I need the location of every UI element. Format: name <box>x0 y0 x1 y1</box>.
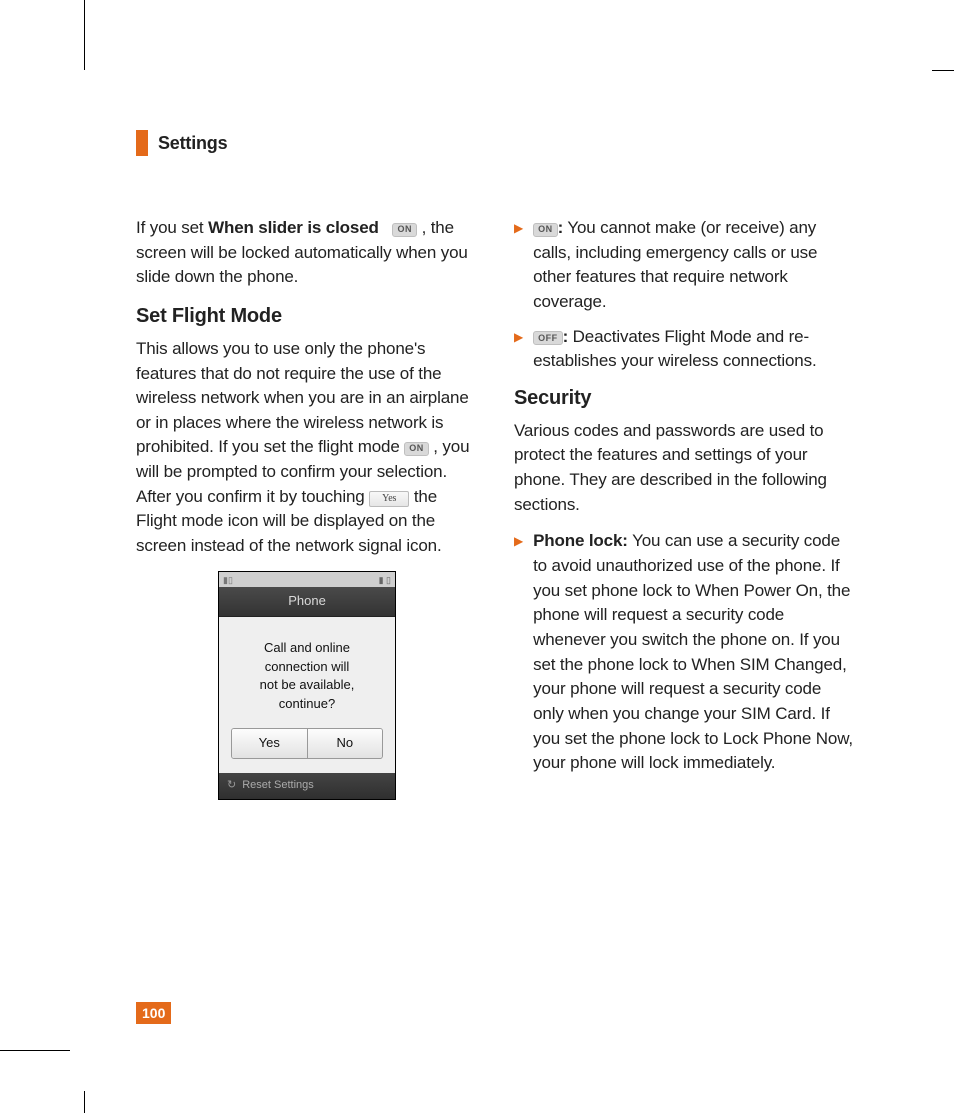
heading-security: Security <box>514 384 856 413</box>
flight-mode-paragraph: This allows you to use only the phone's … <box>136 337 478 559</box>
on-badge-icon: ON <box>404 442 429 456</box>
phone-footer: ↻ Reset Settings <box>219 773 395 799</box>
bold-label: Phone lock: <box>533 531 628 550</box>
phone-status-bar: ▮▯ ▮ ▯ <box>219 572 395 587</box>
column-left: If you set When slider is closed ON , th… <box>136 216 478 800</box>
two-column-layout: If you set When slider is closed ON , th… <box>136 216 856 800</box>
phone-dialog-body: Call and online connection will not be a… <box>219 617 395 773</box>
bullet-marker-icon: ▶ <box>514 533 523 775</box>
text: You cannot make (or receive) any calls, … <box>533 218 817 311</box>
dialog-line: Call and online <box>231 639 383 658</box>
crop-mark-right <box>932 70 954 71</box>
page-number: 100 <box>136 1002 171 1024</box>
page-number-wrap: 100 <box>136 1002 171 1024</box>
bullet-text: Phone lock: You can use a security code … <box>533 529 856 775</box>
text: This allows you to use only the phone's … <box>136 339 469 457</box>
content-area: Settings If you set When slider is close… <box>136 130 856 800</box>
bold-text: When slider is closed <box>208 218 379 237</box>
crop-mark-top <box>84 0 85 70</box>
bullet-text: OFF: Deactivates Flight Mode and re-esta… <box>533 325 856 374</box>
battery-icon: ▮ ▯ <box>379 574 391 587</box>
security-intro-paragraph: Various codes and passwords are used to … <box>514 419 856 518</box>
manual-page: Settings If you set When slider is close… <box>0 0 954 1113</box>
on-badge-icon: ON <box>392 223 417 237</box>
dialog-line: connection will <box>231 658 383 677</box>
phone-footer-label: Reset Settings <box>242 778 314 794</box>
refresh-icon: ↻ <box>227 778 236 794</box>
phone-no-button: No <box>307 729 383 758</box>
on-badge-icon: ON <box>533 223 558 237</box>
slider-closed-paragraph: If you set When slider is closed ON , th… <box>136 216 478 290</box>
section-title: Settings <box>158 133 227 154</box>
text: If you set <box>136 218 208 237</box>
phone-screenshot: ▮▯ ▮ ▯ Phone Call and online connection … <box>136 571 478 800</box>
yes-button-icon: Yes <box>369 491 409 507</box>
bullet-off: ▶ OFF: Deactivates Flight Mode and re-es… <box>514 325 856 374</box>
dialog-line: continue? <box>231 695 383 714</box>
phone-mockup: ▮▯ ▮ ▯ Phone Call and online connection … <box>218 571 396 800</box>
section-accent-bar <box>136 130 148 156</box>
crop-mark-bottom <box>84 1091 85 1113</box>
bullet-text: ON: You cannot make (or receive) any cal… <box>533 216 856 315</box>
off-badge-icon: OFF <box>533 331 563 345</box>
bullet-marker-icon: ▶ <box>514 329 523 374</box>
text: You can use a security code to avoid una… <box>533 531 853 772</box>
section-header: Settings <box>136 130 856 156</box>
phone-dialog-buttons: Yes No <box>231 728 383 759</box>
bullet-phone-lock: ▶ Phone lock: You can use a security cod… <box>514 529 856 775</box>
text: Deactivates Flight Mode and re-establish… <box>533 327 816 371</box>
column-right: ▶ ON: You cannot make (or receive) any c… <box>514 216 856 800</box>
phone-yes-button: Yes <box>232 729 307 758</box>
bullet-marker-icon: ▶ <box>514 220 523 315</box>
dialog-line: not be available, <box>231 676 383 695</box>
phone-screen-title: Phone <box>219 587 395 617</box>
signal-icon: ▮▯ <box>223 574 233 587</box>
bullet-on: ▶ ON: You cannot make (or receive) any c… <box>514 216 856 315</box>
crop-mark-left <box>0 1050 70 1051</box>
heading-set-flight-mode: Set Flight Mode <box>136 302 478 331</box>
